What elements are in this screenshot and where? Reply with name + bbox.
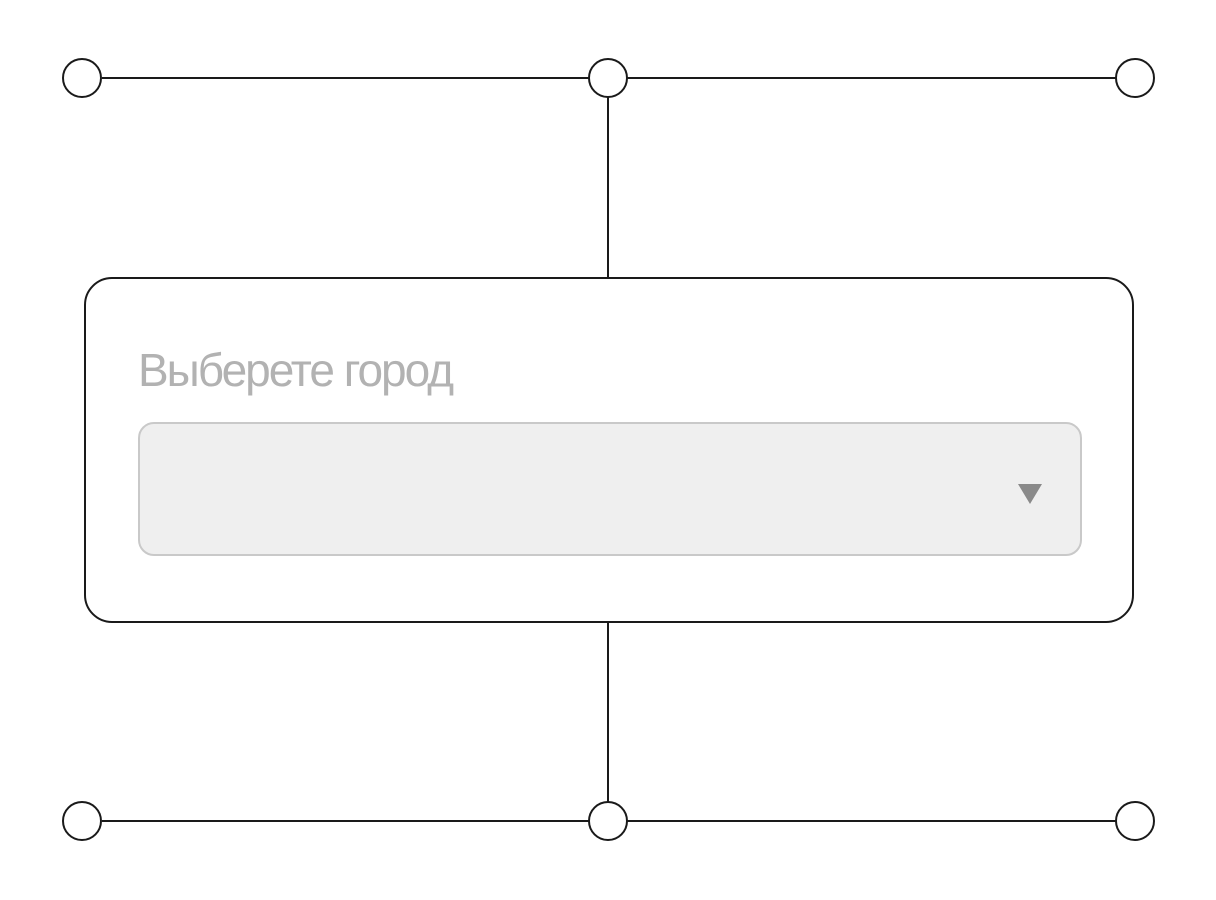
node-top-left: [62, 58, 102, 98]
node-top-right: [1115, 58, 1155, 98]
city-select-label: Выберете город: [138, 344, 454, 396]
node-bottom-center: [588, 801, 628, 841]
node-bottom-right: [1115, 801, 1155, 841]
node-top-center: [588, 58, 628, 98]
node-bottom-left: [62, 801, 102, 841]
city-select-dropdown[interactable]: [138, 422, 1082, 556]
triangle-down-icon: [1018, 484, 1042, 504]
canvas: Выберете город: [0, 0, 1216, 900]
city-select-card: Выберете город: [84, 277, 1134, 623]
